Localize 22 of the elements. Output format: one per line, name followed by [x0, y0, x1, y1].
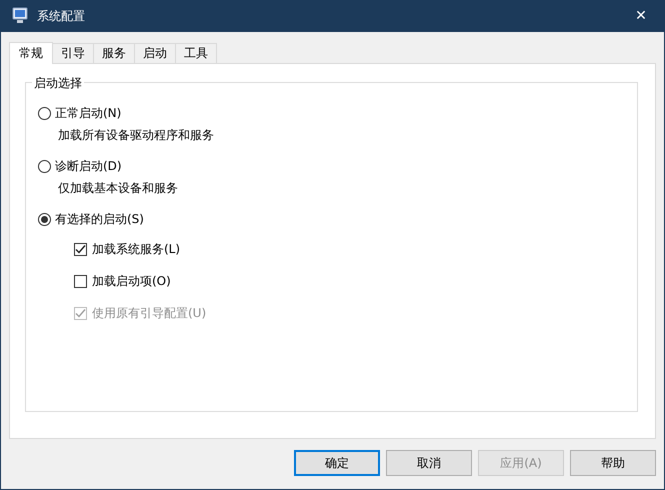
checkbox[interactable] — [74, 242, 87, 256]
checkbox-label: 加载系统服务(L) — [92, 240, 180, 258]
radio-label: 诊断启动(D) — [55, 158, 122, 174]
option-description: 仅加载基本设备和服务 — [58, 180, 179, 197]
tab[interactable]: 工具 — [175, 43, 217, 63]
dialog-button[interactable]: 帮助 — [570, 450, 656, 476]
dialog-button[interactable]: 取消 — [386, 450, 472, 476]
checkbox[interactable] — [74, 274, 87, 288]
checkbox-label: 加载启动项(O) — [92, 272, 171, 290]
window-title: 系统配置 — [37, 8, 85, 24]
group-title: 启动选择 — [32, 75, 84, 92]
radio-label: 正常启动(N) — [55, 104, 122, 122]
monitor-icon — [11, 7, 29, 25]
close-button[interactable]: ✕ — [618, 0, 664, 32]
dialog-button[interactable]: 确定 — [294, 450, 380, 476]
radio-button[interactable] — [38, 212, 51, 226]
option-description: 加载所有设备驱动程序和服务 — [58, 127, 215, 144]
radio-label: 有选择的启动(S) — [55, 210, 144, 228]
tab[interactable]: 常规 — [9, 42, 53, 64]
radio-button[interactable] — [38, 160, 51, 172]
checkbox-label: 使用原有引导配置(U) — [92, 304, 206, 322]
radio-button[interactable] — [38, 106, 51, 120]
